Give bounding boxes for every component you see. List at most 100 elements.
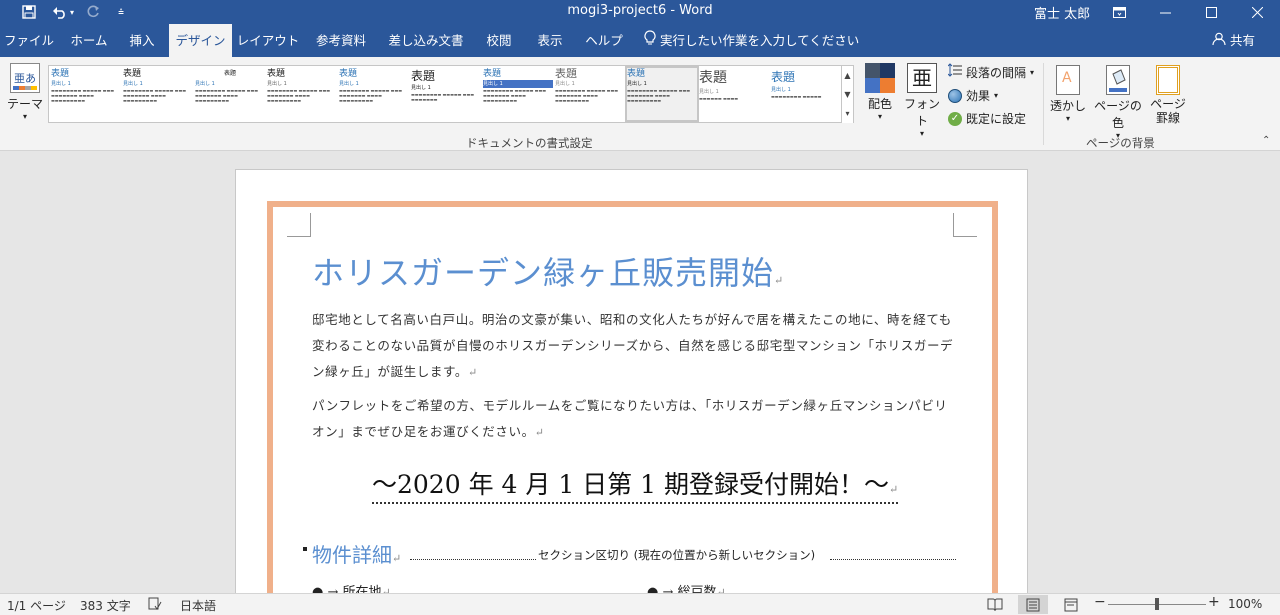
checkmark-icon: ✓ — [948, 112, 962, 126]
chevron-down-icon: ▾ — [994, 91, 999, 100]
gallery-more-icon[interactable]: ▾ — [841, 104, 853, 123]
paragraph-spacing-label: 段落の間隔 — [966, 66, 1027, 80]
colors-button[interactable]: 配色 ▾ — [862, 63, 898, 121]
ribbon: 亜あ テーマ ▾ 表題 見出し 1 ▬▬▬▬▬▬▬▬ ▬▬▬▬▬ ▬▬▬ ▬▬▬▬▬… — [0, 57, 1280, 151]
tab-file[interactable]: ファイル — [0, 24, 58, 57]
title-bar: ▾ ⩮ mogi3-project6 - Word 富士 太郎 — [0, 0, 1280, 24]
read-mode-icon[interactable] — [980, 595, 1010, 614]
chevron-down-icon: ▾ — [877, 112, 882, 121]
tab-view[interactable]: 表示 — [528, 24, 572, 57]
person-icon — [1212, 25, 1226, 58]
tab-review[interactable]: 校閲 — [477, 24, 521, 57]
ribbon-display-options-icon[interactable] — [1096, 0, 1142, 24]
page-borders-label-1: ページ — [1150, 97, 1186, 111]
paragraph-spacing-icon — [947, 63, 962, 83]
zoom-level[interactable]: 100% — [1228, 597, 1262, 611]
style-set-item-selected[interactable]: 表題 見出し 1 ▬▬▬▬▬▬▬▬ ▬▬▬▬▬ ▬▬▬ ▬▬▬▬▬▬▬ ▬▬▬▬ ▬… — [625, 66, 699, 122]
maximize-icon[interactable] — [1188, 0, 1234, 24]
style-set-item[interactable]: 表題 見出し 1 ▬▬▬▬▬▬▬▬ ▬▬▬▬▬ ▬▬▬ ▬▬▬▬▬▬▬ ▬▬▬▬ ▬… — [339, 68, 409, 120]
share-button[interactable]: 共有 — [1212, 24, 1255, 57]
paragraph-spacing-button[interactable]: 段落の間隔 ▾ — [947, 63, 1035, 83]
chevron-down-icon: ▾ — [1030, 68, 1035, 77]
zoom-slider-thumb[interactable] — [1155, 598, 1159, 610]
style-set-item[interactable]: 表題 見出し 1 ▬▬▬▬▬▬▬▬ ▬▬▬▬▬ ▬▬▬ ▬▬▬▬▬▬▬ ▬▬▬▬ ▬… — [51, 68, 121, 120]
gallery-scroll-up-icon[interactable]: ▲ — [841, 66, 853, 85]
collapse-ribbon-icon[interactable]: ⌃ — [1262, 135, 1270, 146]
style-set-gallery[interactable]: 表題 見出し 1 ▬▬▬▬▬▬▬▬ ▬▬▬▬▬ ▬▬▬ ▬▬▬▬▬▬▬ ▬▬▬▬ ▬… — [48, 65, 854, 123]
chevron-down-icon: ▾ — [1065, 114, 1070, 123]
themes-label: テーマ — [6, 97, 43, 111]
proofing-icon[interactable] — [148, 597, 162, 614]
themes-button[interactable]: 亜あ テーマ ▾ — [6, 63, 44, 121]
themes-icon: 亜あ — [10, 63, 40, 93]
tab-layout[interactable]: レイアウト — [236, 24, 300, 57]
style-set-item[interactable]: 表題 見出し 1 ▬▬▬▬▬▬▬▬ ▬▬▬▬▬ — [771, 68, 841, 120]
document-heading[interactable]: ホリスガーデン緑ヶ丘販売開始↵ — [312, 248, 784, 294]
section-break-line — [830, 559, 956, 560]
style-set-item[interactable]: 表題 見出し 1 ▬▬▬▬▬▬▬▬ ▬▬▬▬▬ ▬▬▬ ▬▬▬▬▬▬▬ ▬▬▬▬ ▬… — [267, 68, 337, 120]
user-name[interactable]: 富士 太郎 — [1034, 3, 1090, 22]
group-separator — [1043, 63, 1044, 145]
tell-me-text: 実行したい作業を入力してください — [660, 33, 860, 48]
page-borders-label-2: 罫線 — [1155, 111, 1180, 125]
page-color-label: ページの色 — [1094, 99, 1142, 130]
body-paragraph[interactable]: パンフレットをご希望の方、モデルルームをご覧になりたい方は、「ホリスガーデン緑ヶ… — [312, 393, 954, 446]
document-page[interactable]: ホリスガーデン緑ヶ丘販売開始↵ 邸宅地として名高い白戸山。明治の文豪が集い、昭和… — [235, 169, 1028, 615]
page-color-icon — [1106, 65, 1130, 95]
chevron-down-icon: ▾ — [919, 129, 924, 138]
document-area[interactable]: ホリスガーデン緑ヶ丘販売開始↵ 邸宅地として名高い白戸山。明治の文豪が集い、昭和… — [0, 152, 1280, 615]
page-borders-icon — [1156, 65, 1180, 95]
word-count[interactable]: 383 文字 — [80, 597, 131, 614]
minimize-icon[interactable] — [1142, 0, 1188, 24]
style-set-item[interactable]: 表題 見出し 1 ▬▬▬▬▬▬▬▬ ▬▬▬▬▬ ▬▬▬ ▬▬▬▬▬▬▬ ▬▬▬▬ ▬… — [555, 68, 625, 120]
watermark-button[interactable]: A 透かし ▾ — [1050, 65, 1086, 123]
fonts-label: フォント — [903, 97, 940, 128]
tell-me-box[interactable]: 実行したい作業を入力してください — [644, 24, 859, 57]
fonts-icon: 亜 — [907, 63, 937, 93]
print-layout-icon[interactable] — [1018, 595, 1048, 614]
tab-design[interactable]: デザイン — [169, 24, 232, 57]
style-set-item[interactable]: 表題 見出し 1 ▬▬▬▬▬▬ ▬▬▬▬ — [699, 68, 769, 120]
colors-label: 配色 — [867, 97, 892, 111]
style-set-item[interactable]: 表題 見出し 1 ▬▬▬▬▬▬▬▬ ▬▬▬▬▬ ▬▬▬ ▬▬▬▬▬▬▬ ▬▬▬▬ ▬… — [195, 68, 265, 120]
tab-mailings[interactable]: 差し込み文書 — [382, 24, 470, 57]
chevron-down-icon: ▾ — [22, 112, 27, 121]
watermark-icon: A — [1056, 65, 1080, 95]
watermark-label: 透かし — [1050, 99, 1087, 113]
effects-icon — [948, 89, 962, 103]
page-count[interactable]: 1/1 ページ — [7, 597, 66, 614]
effects-label: 効果 — [966, 89, 991, 103]
tab-home[interactable]: ホーム — [60, 24, 118, 57]
close-icon[interactable] — [1234, 0, 1280, 24]
language-indicator[interactable]: 日本語 — [180, 597, 216, 614]
web-layout-icon[interactable] — [1056, 595, 1086, 614]
group-label-document-formatting: ドキュメントの書式設定 — [466, 136, 593, 150]
fonts-button[interactable]: 亜 フォント ▾ — [902, 63, 942, 138]
list-marker — [303, 547, 307, 551]
gallery-scroll-down-icon[interactable]: ▼ — [841, 85, 853, 104]
tab-insert[interactable]: 挿入 — [120, 24, 164, 57]
status-bar: 1/1 ページ 383 文字 日本語 − + 100% — [0, 593, 1280, 615]
zoom-in-icon[interactable]: + — [1208, 594, 1220, 610]
section-heading[interactable]: 物件詳細↵ — [312, 539, 401, 568]
set-as-default-button[interactable]: ✓ 既定に設定 — [948, 109, 1026, 129]
style-set-item[interactable]: 表題 見出し 1 ▬▬▬▬▬▬▬▬ ▬▬▬▬▬ ▬▬▬ ▬▬▬▬▬▬▬ ▬▬▬▬ ▬… — [483, 68, 553, 120]
page-borders-button[interactable]: ページ 罫線 — [1148, 65, 1188, 125]
ribbon-tabs: ファイル ホーム 挿入 デザイン レイアウト 参考資料 差し込み文書 校閲 表示… — [0, 24, 1280, 57]
margin-corner-mark — [287, 213, 311, 237]
color-palette-icon — [865, 63, 895, 93]
body-paragraph[interactable]: 邸宅地として名高い白戸山。明治の文豪が集い、昭和の文化人たちが好んで居を構えたこ… — [312, 307, 954, 386]
group-label-page-background: ページの背景 — [1086, 136, 1155, 150]
announcement-line[interactable]: ～2020 年 4 月 1 日第 1 期登録受付開始！～↵ — [372, 465, 899, 504]
margin-corner-mark — [953, 213, 977, 237]
tab-references[interactable]: 参考資料 — [306, 24, 376, 57]
page-color-button[interactable]: ページの色 ▾ — [1090, 65, 1146, 140]
section-break-line — [410, 559, 536, 560]
style-set-item[interactable]: 表題 見出し 1 ▬▬▬▬▬▬▬▬ ▬▬▬▬▬ ▬▬▬ ▬▬▬▬▬▬▬ ▬▬▬▬ ▬… — [123, 68, 193, 120]
tab-help[interactable]: ヘルプ — [580, 24, 628, 57]
section-break-label: セクション区切り (現在の位置から新しいセクション) — [538, 548, 816, 562]
set-as-default-label: 既定に設定 — [966, 112, 1027, 126]
style-set-item[interactable]: 表題 見出し 1 ▬▬▬▬▬▬▬▬ ▬▬▬▬▬ ▬▬▬ ▬▬▬▬▬▬▬ — [411, 68, 481, 120]
zoom-out-icon[interactable]: − — [1094, 594, 1106, 610]
effects-button[interactable]: 効果 ▾ — [948, 86, 998, 106]
